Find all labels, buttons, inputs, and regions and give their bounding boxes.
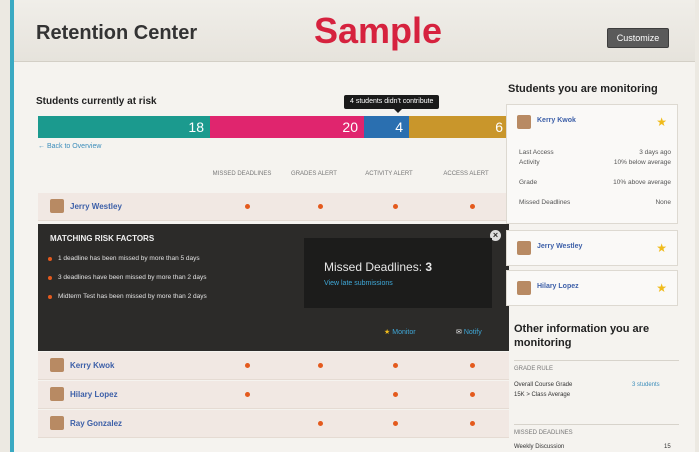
column-header-grades[interactable]: GRADES ALERT: [284, 170, 344, 178]
column-header-activity[interactable]: ACTIVITY ALERT: [359, 170, 419, 178]
monitored-student-card[interactable]: Hilary Lopez ★: [506, 270, 678, 306]
star-icon[interactable]: ★: [656, 241, 667, 255]
risk-detail-panel: MATCHING RISK FACTORS × 1 deadline has b…: [38, 224, 509, 351]
other-info-title: Other information you are monitoring: [514, 323, 650, 349]
page-title: Retention Center: [36, 22, 198, 44]
alert-dot: [393, 204, 398, 209]
risk-segment-1[interactable]: 18: [38, 116, 210, 138]
table-row[interactable]: Kerry Kwok: [38, 352, 509, 380]
mail-icon: ✉: [456, 329, 462, 336]
alert-dot: [470, 363, 475, 368]
risk-segment-2[interactable]: 20: [210, 116, 364, 138]
risk-factors-header: MATCHING RISK FACTORS: [50, 234, 155, 243]
alert-dot: [393, 421, 398, 426]
risk-factor: Midterm Test has been missed by more tha…: [48, 293, 207, 300]
star-icon: ★: [384, 329, 391, 336]
missed-deadlines-count: 15: [664, 444, 671, 450]
risk-tooltip: 4 students didn't contribute: [344, 95, 440, 113]
grade-rule-value-link[interactable]: 3 students: [632, 382, 660, 388]
field-label: Missed Deadlines: [519, 199, 571, 206]
risk-section-title: Students currently at risk: [36, 96, 157, 107]
alert-dot: [245, 392, 250, 397]
column-header-access[interactable]: ACCESS ALERT: [436, 170, 496, 178]
avatar: [517, 281, 531, 295]
monitor-button[interactable]: ★ Monitor: [384, 328, 416, 336]
missed-deadlines-label: Missed Deadlines: 3: [324, 260, 433, 274]
star-icon[interactable]: ★: [656, 281, 667, 295]
avatar: [50, 387, 64, 401]
missed-deadlines-item: Weekly Discussion: [514, 444, 565, 450]
alert-dot: [393, 392, 398, 397]
alert-dot: [245, 363, 250, 368]
student-name[interactable]: Kerry Kwok: [537, 117, 576, 124]
table-row[interactable]: Hilary Lopez: [38, 381, 509, 409]
monitored-student-card[interactable]: Kerry Kwok ★ Last Access 3 days ago Acti…: [506, 104, 678, 224]
field-label: Activity: [519, 159, 540, 166]
field-label: Grade: [519, 179, 538, 186]
alert-dot: [393, 363, 398, 368]
avatar: [50, 358, 64, 372]
table-row[interactable]: Jerry Westley: [38, 193, 509, 221]
field-label: Last Access: [519, 149, 554, 156]
risk-segment-3[interactable]: 4: [364, 116, 409, 138]
monitored-student-card[interactable]: Jerry Westley ★: [506, 230, 678, 266]
avatar: [517, 241, 531, 255]
field-value: None: [655, 199, 671, 206]
back-to-overview-link[interactable]: ← Back to Overview: [38, 143, 101, 150]
grade-rule-sub: 15K > Class Average: [514, 392, 571, 398]
student-name[interactable]: Jerry Westley: [70, 202, 122, 211]
divider: [514, 360, 679, 361]
divider: [514, 424, 679, 425]
alert-dot: [245, 204, 250, 209]
risk-factor: 3 deadlines have been missed by more tha…: [48, 274, 207, 281]
missed-deadlines-header: MISSED DEADLINES: [514, 430, 573, 436]
alert-dot: [470, 421, 475, 426]
grade-rule-label: Overall Course Grade: [514, 382, 573, 388]
student-name[interactable]: Hilary Lopez: [70, 390, 118, 399]
student-name[interactable]: Kerry Kwok: [70, 361, 114, 370]
alert-dot: [318, 421, 323, 426]
field-value: 10% above average: [613, 179, 671, 186]
risk-segment-4[interactable]: 6: [409, 116, 509, 138]
column-header-missed[interactable]: MISSED DEADLINES: [212, 170, 272, 178]
field-value: 3 days ago: [639, 149, 671, 156]
risk-bar: 18 20 4 6: [38, 116, 509, 138]
alert-dot: [318, 204, 323, 209]
avatar: [517, 115, 531, 129]
avatar: [50, 416, 64, 430]
sample-watermark: Sample: [314, 10, 443, 51]
customize-button[interactable]: Customize: [607, 28, 669, 48]
view-late-submissions-link[interactable]: View late submissions: [324, 280, 393, 287]
student-name[interactable]: Hilary Lopez: [537, 283, 579, 290]
student-name[interactable]: Ray Gonzalez: [70, 419, 122, 428]
page: Retention Center Sample Customize Studen…: [14, 0, 695, 452]
missed-deadlines-box: Missed Deadlines: 3 View late submission…: [304, 238, 492, 308]
monitoring-title: Students you are monitoring: [508, 83, 658, 95]
app-frame: Retention Center Sample Customize Studen…: [0, 0, 699, 452]
alert-dot: [470, 392, 475, 397]
field-value: 10% below average: [613, 159, 671, 166]
notify-button[interactable]: ✉ Notify: [456, 328, 482, 336]
alert-dot: [318, 363, 323, 368]
avatar: [50, 199, 64, 213]
grade-rule-header: GRADE RULE: [514, 366, 554, 372]
top-bar: Retention Center Sample Customize: [14, 0, 695, 62]
alert-dot: [470, 204, 475, 209]
risk-factor: 1 deadline has been missed by more than …: [48, 255, 200, 262]
star-icon[interactable]: ★: [656, 115, 667, 129]
student-name[interactable]: Jerry Westley: [537, 243, 582, 250]
table-row[interactable]: Ray Gonzalez: [38, 410, 509, 438]
